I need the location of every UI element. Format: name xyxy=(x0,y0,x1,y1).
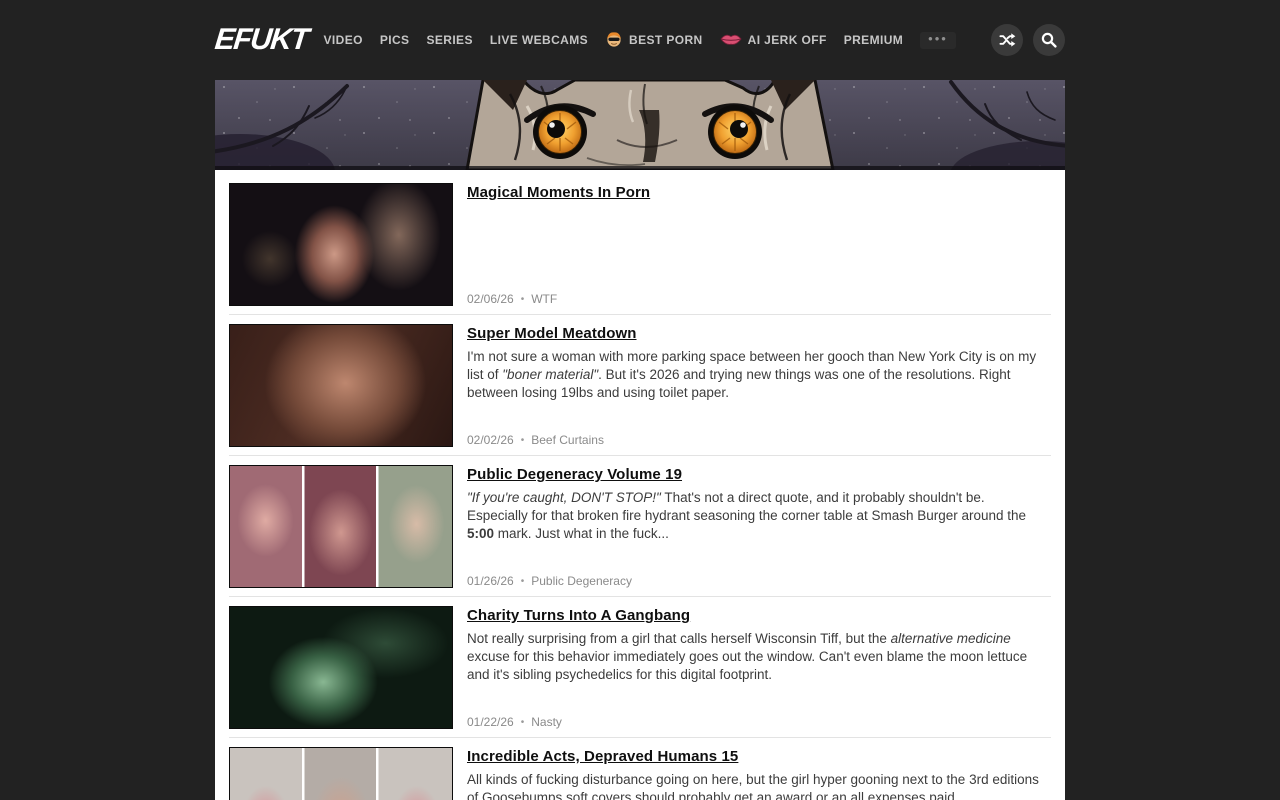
main-nav: VIDEO PICS SERIES LIVE WEBCAMS BEST PORN xyxy=(324,30,956,51)
meta-separator-dot: • xyxy=(521,576,525,587)
meta-separator-dot: • xyxy=(521,294,525,305)
desc-segment: "boner material" xyxy=(502,367,598,382)
entry-text: Public Degeneracy Volume 19 "If you're c… xyxy=(467,465,1051,543)
video-title-link[interactable]: Magical Moments In Porn xyxy=(467,184,650,201)
desc-segment: Not really surprising from a girl that c… xyxy=(467,631,891,646)
nav-label: AI JERK OFF xyxy=(748,33,827,47)
search-button[interactable] xyxy=(1033,24,1065,56)
video-description: Not really surprising from a girl that c… xyxy=(467,630,1042,684)
video-description: "If you're caught, DON'T STOP!" That's n… xyxy=(467,489,1042,543)
nav-item-video[interactable]: VIDEO xyxy=(324,33,363,47)
entry-date: 01/26/26 xyxy=(467,574,514,588)
shuffle-icon xyxy=(999,32,1016,48)
nav-label: SERIES xyxy=(426,33,472,47)
nav-item-series[interactable]: SERIES xyxy=(426,33,472,47)
site-logo[interactable]: EFUKT xyxy=(213,23,309,57)
desc-segment: 5:00 xyxy=(467,526,494,541)
face-sunglasses-icon xyxy=(605,30,623,51)
entry-category-link[interactable]: Public Degeneracy xyxy=(531,574,632,588)
nav-label: BEST PORN xyxy=(629,33,703,47)
video-thumbnail[interactable] xyxy=(229,183,453,306)
entry-text: Charity Turns Into A Gangbang Not really… xyxy=(467,606,1051,684)
desc-segment: mark. Just what in the fuck... xyxy=(494,526,669,541)
video-list: Magical Moments In Porn 02/06/26 • WTF S… xyxy=(215,170,1065,800)
entry-date: 02/06/26 xyxy=(467,292,514,306)
nav-label: LIVE WEBCAMS xyxy=(490,33,588,47)
desc-segment: excuse for this behavior immediately goe… xyxy=(467,649,1027,682)
desc-segment: "If you're caught, DON'T STOP!" xyxy=(467,490,661,505)
video-entry: Super Model Meatdown I'm not sure a woma… xyxy=(229,315,1051,456)
nav-item-best-porn[interactable]: BEST PORN xyxy=(605,30,703,51)
video-thumbnail[interactable] xyxy=(229,465,453,588)
top-nav-bar: EFUKT VIDEO PICS SERIES LIVE WEBCAMS BES… xyxy=(215,0,1065,80)
entry-meta: 02/02/26 • Beef Curtains xyxy=(467,433,1051,447)
nav-item-pics[interactable]: PICS xyxy=(380,33,410,47)
owl-banner[interactable] xyxy=(215,80,1065,170)
meta-separator-dot: • xyxy=(521,435,525,446)
entry-text: Super Model Meatdown I'm not sure a woma… xyxy=(467,324,1051,402)
nav-label: PICS xyxy=(380,33,410,47)
entry-meta: 01/22/26 • Nasty xyxy=(467,715,1051,729)
video-entry: Magical Moments In Porn 02/06/26 • WTF xyxy=(229,174,1051,315)
video-thumbnail[interactable] xyxy=(229,747,453,800)
desc-segment: All kinds of fucking disturbance going o… xyxy=(467,772,1039,800)
shuffle-button[interactable] xyxy=(991,24,1023,56)
video-entry: Charity Turns Into A Gangbang Not really… xyxy=(229,597,1051,738)
video-description: I'm not sure a woman with more parking s… xyxy=(467,348,1042,402)
nav-item-ai-jerk-off[interactable]: AI JERK OFF xyxy=(720,32,827,49)
nav-more-button[interactable]: ••• xyxy=(920,32,956,49)
video-title-link[interactable]: Charity Turns Into A Gangbang xyxy=(467,607,690,624)
entry-text: Incredible Acts, Depraved Humans 15 All … xyxy=(467,747,1051,800)
entry-category-link[interactable]: WTF xyxy=(531,292,557,306)
owl-night-illustration xyxy=(215,80,1065,170)
nav-label: PREMIUM xyxy=(844,33,903,47)
lips-icon xyxy=(720,32,742,49)
entry-text: Magical Moments In Porn xyxy=(467,183,1051,207)
nav-label: VIDEO xyxy=(324,33,363,47)
video-title-link[interactable]: Super Model Meatdown xyxy=(467,325,637,342)
video-entry: Incredible Acts, Depraved Humans 15 All … xyxy=(229,738,1051,800)
entry-meta: 02/06/26 • WTF xyxy=(467,292,1051,306)
entry-date: 02/02/26 xyxy=(467,433,514,447)
header-actions xyxy=(991,24,1065,56)
desc-segment: alternative medicine xyxy=(891,631,1011,646)
video-entry: Public Degeneracy Volume 19 "If you're c… xyxy=(229,456,1051,597)
entry-date: 01/22/26 xyxy=(467,715,514,729)
nav-item-live-webcams[interactable]: LIVE WEBCAMS xyxy=(490,33,588,47)
video-title-link[interactable]: Incredible Acts, Depraved Humans 15 xyxy=(467,748,738,765)
entry-category-link[interactable]: Nasty xyxy=(531,715,562,729)
video-title-link[interactable]: Public Degeneracy Volume 19 xyxy=(467,466,682,483)
meta-separator-dot: • xyxy=(521,717,525,728)
video-description: All kinds of fucking disturbance going o… xyxy=(467,771,1042,800)
video-thumbnail[interactable] xyxy=(229,606,453,729)
video-thumbnail[interactable] xyxy=(229,324,453,447)
entry-category-link[interactable]: Beef Curtains xyxy=(531,433,604,447)
entry-meta: 01/26/26 • Public Degeneracy xyxy=(467,574,1051,588)
search-icon xyxy=(1041,32,1057,48)
nav-item-premium[interactable]: PREMIUM xyxy=(844,33,903,47)
